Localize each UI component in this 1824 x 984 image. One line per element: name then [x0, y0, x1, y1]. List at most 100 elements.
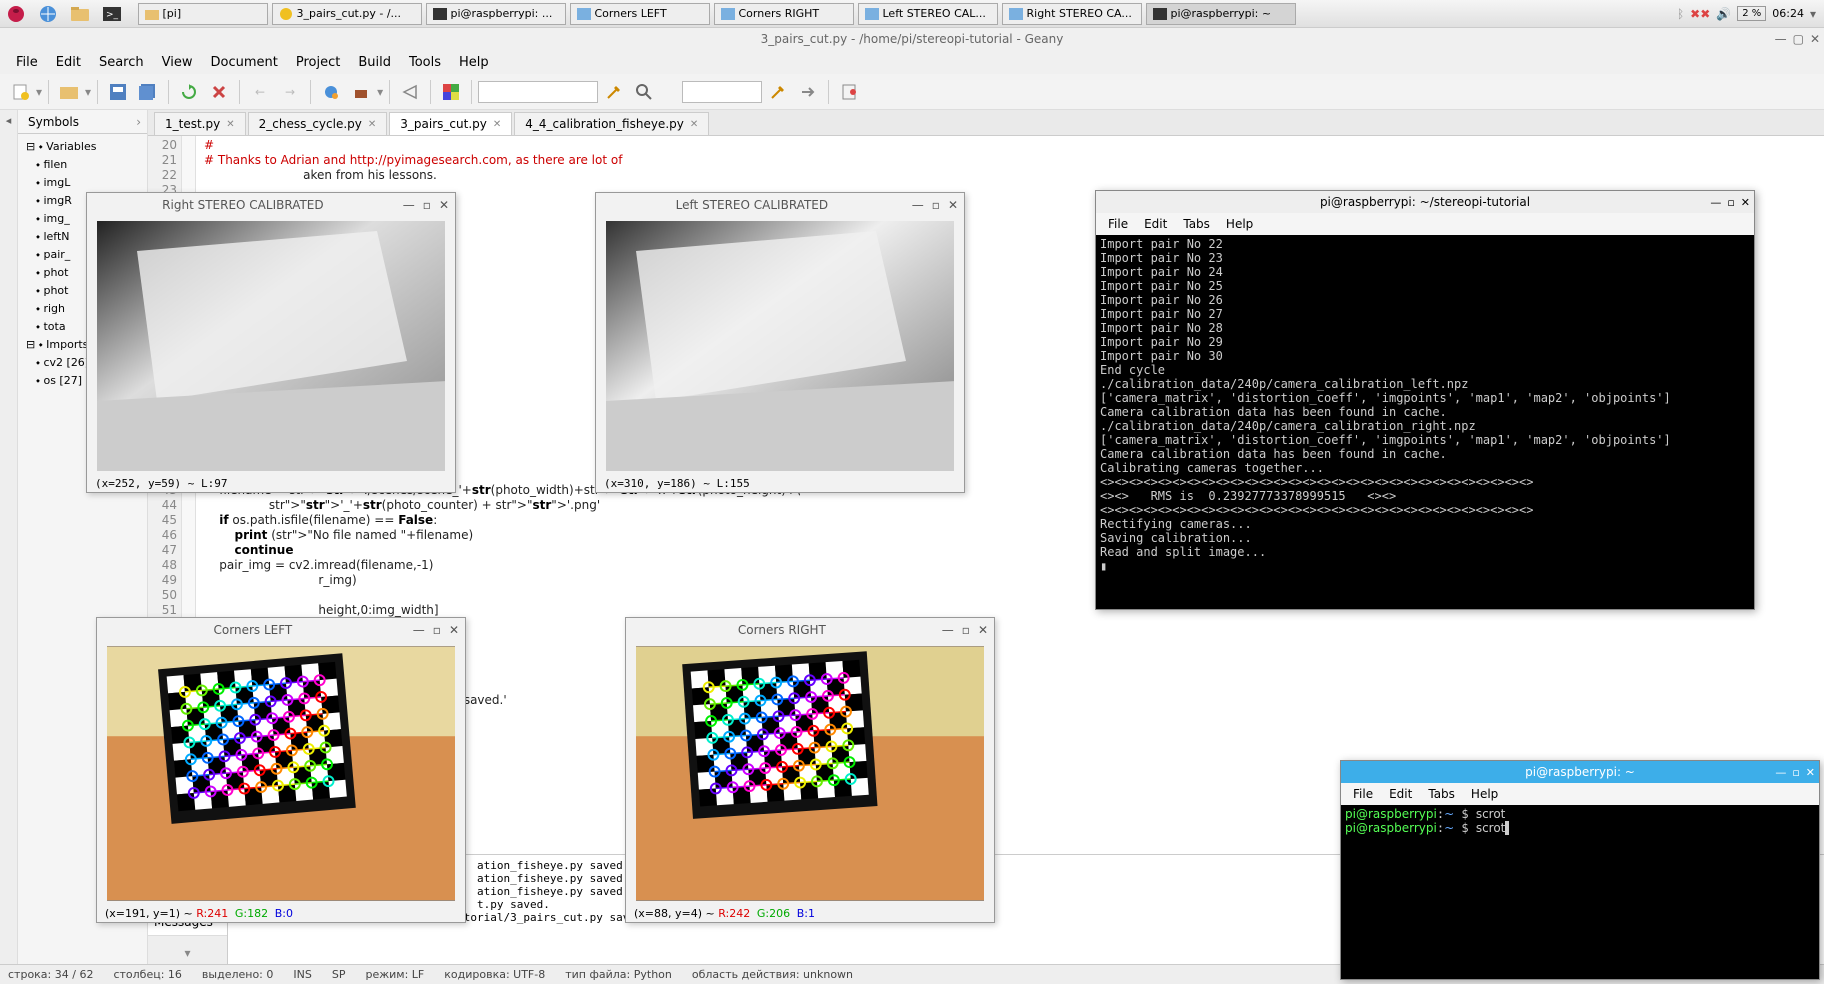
back-icon[interactable]: ←	[246, 78, 274, 106]
task-geany[interactable]: 3_pairs_cut.py - /...	[272, 3, 422, 25]
term-menu-tabs[interactable]: Tabs	[1177, 215, 1216, 233]
goto-icon[interactable]	[794, 78, 822, 106]
task-file-manager[interactable]: [pi]	[138, 3, 268, 25]
sidebar-tab-symbols[interactable]: Symbols	[18, 111, 89, 133]
cv-image-right-calibrated[interactable]	[97, 221, 445, 471]
build-icon[interactable]	[347, 78, 375, 106]
terminal-titlebar[interactable]: pi@raspberrypi: ~/stereopi-tutorial —▫✕	[1096, 191, 1754, 213]
tab-1-test[interactable]: 1_test.py✕	[154, 112, 246, 135]
menu-help[interactable]: Help	[451, 52, 497, 73]
tree-item[interactable]: ⬩ imgL	[22, 174, 143, 192]
maximize-icon[interactable]: ▢	[1793, 32, 1804, 46]
close-icon[interactable]: ✕	[439, 198, 449, 212]
quit-icon[interactable]	[835, 78, 863, 106]
forward-icon[interactable]: →	[276, 78, 304, 106]
close-icon[interactable]: ✕	[948, 198, 958, 212]
compile-icon[interactable]	[317, 78, 345, 106]
network-disconnected-icon[interactable]: ✖✖	[1690, 7, 1710, 21]
task-cv-corners-left[interactable]: Corners LEFT	[570, 3, 710, 25]
minimize-icon[interactable]: —	[912, 198, 924, 212]
task-cv-left-cal[interactable]: Left STEREO CAL...	[858, 3, 998, 25]
close-icon[interactable]: ✕	[1810, 32, 1820, 46]
menu-tools[interactable]: Tools	[401, 52, 449, 73]
term-menu-file[interactable]: File	[1347, 785, 1379, 803]
minimize-icon[interactable]: —	[413, 623, 425, 637]
menu-project[interactable]: Project	[288, 52, 348, 73]
terminal-body[interactable]: pi@raspberrypi:~ $ scrot pi@raspberrypi:…	[1341, 805, 1819, 979]
reload-icon[interactable]	[175, 78, 203, 106]
clear-search-icon[interactable]	[600, 78, 628, 106]
terminal-launcher-icon[interactable]: >_	[98, 2, 126, 26]
save-all-icon[interactable]	[134, 78, 162, 106]
task-terminal-1[interactable]: pi@raspberrypi: ...	[426, 3, 566, 25]
sidebar-next-icon[interactable]: ›	[130, 115, 147, 129]
maximize-icon[interactable]: ▫	[433, 623, 441, 637]
tree-item[interactable]: ⬩ filen	[22, 156, 143, 174]
sidebar-toggle[interactable]: ◂	[0, 110, 18, 964]
build-dropdown-icon[interactable]: ▾	[377, 85, 383, 99]
new-dropdown-icon[interactable]: ▾	[36, 85, 42, 99]
tab-4-calibration[interactable]: 4_4_calibration_fisheye.py✕	[514, 112, 709, 135]
battery-indicator[interactable]: 2 %	[1737, 6, 1766, 21]
minimize-icon[interactable]: —	[942, 623, 954, 637]
close-icon[interactable]: ✕	[1806, 766, 1815, 779]
volume-icon[interactable]: 🔊	[1716, 7, 1731, 21]
clear-goto-icon[interactable]	[764, 78, 792, 106]
minimize-icon[interactable]: —	[403, 198, 415, 212]
term-menu-edit[interactable]: Edit	[1383, 785, 1418, 803]
tab-close-icon[interactable]: ✕	[690, 119, 698, 130]
task-terminal-2[interactable]: pi@raspberrypi: ~	[1146, 3, 1296, 25]
new-file-icon[interactable]	[6, 78, 34, 106]
minimize-icon[interactable]: —	[1775, 766, 1786, 779]
maximize-icon[interactable]: ▫	[962, 623, 970, 637]
close-icon[interactable]: ✕	[449, 623, 459, 637]
term-menu-edit[interactable]: Edit	[1138, 215, 1173, 233]
bluetooth-icon[interactable]: ᛒ	[1677, 7, 1684, 21]
file-manager-icon[interactable]	[66, 2, 94, 26]
maximize-icon[interactable]: ▫	[932, 198, 940, 212]
maximize-icon[interactable]: ▫	[1727, 196, 1734, 209]
tree-group-variables[interactable]: ⊟ ⬩ Variables	[22, 138, 143, 156]
cv-image-corners-left[interactable]	[107, 646, 455, 901]
save-icon[interactable]	[104, 78, 132, 106]
minimize-icon[interactable]: —	[1775, 32, 1787, 46]
tab-close-icon[interactable]: ✕	[226, 119, 234, 130]
task-cv-corners-right[interactable]: Corners RIGHT	[714, 3, 854, 25]
menu-document[interactable]: Document	[202, 52, 285, 73]
term-menu-help[interactable]: Help	[1465, 785, 1504, 803]
tray-expand-icon[interactable]: ▾	[1810, 7, 1816, 21]
panel-collapse-icon[interactable]: ▾	[148, 942, 227, 964]
maximize-icon[interactable]: ▫	[423, 198, 431, 212]
task-cv-right-cal[interactable]: Right STEREO CA...	[1002, 3, 1142, 25]
open-file-icon[interactable]	[55, 78, 83, 106]
tab-3-pairs[interactable]: 3_pairs_cut.py✕	[389, 112, 512, 135]
menu-search[interactable]: Search	[91, 52, 152, 73]
close-icon[interactable]: ✕	[1741, 196, 1750, 209]
cv-image-corners-right[interactable]	[636, 646, 984, 901]
menu-build[interactable]: Build	[350, 52, 399, 73]
term-menu-help[interactable]: Help	[1220, 215, 1259, 233]
open-dropdown-icon[interactable]: ▾	[85, 85, 91, 99]
menu-view[interactable]: View	[154, 52, 201, 73]
goto-line-input[interactable]	[682, 81, 762, 103]
close-icon[interactable]: ✕	[978, 623, 988, 637]
tab-close-icon[interactable]: ✕	[493, 119, 501, 130]
menu-edit[interactable]: Edit	[48, 52, 89, 73]
find-icon[interactable]	[630, 78, 658, 106]
clock[interactable]: 06:24	[1772, 7, 1804, 20]
terminal-titlebar[interactable]: pi@raspberrypi: ~ —▫✕	[1341, 761, 1819, 783]
term-menu-tabs[interactable]: Tabs	[1422, 785, 1461, 803]
color-chooser-icon[interactable]	[437, 78, 465, 106]
run-icon[interactable]	[396, 78, 424, 106]
terminal-body[interactable]: Import pair No 22 Import pair No 23 Impo…	[1096, 235, 1754, 609]
cv-image-left-calibrated[interactable]	[606, 221, 954, 471]
close-file-icon[interactable]	[205, 78, 233, 106]
tab-close-icon[interactable]: ✕	[368, 119, 376, 130]
menu-file[interactable]: File	[8, 52, 46, 73]
minimize-icon[interactable]: —	[1710, 196, 1721, 209]
search-input[interactable]	[478, 81, 598, 103]
start-menu-icon[interactable]	[2, 2, 30, 26]
tab-2-chess[interactable]: 2_chess_cycle.py✕	[248, 112, 388, 135]
browser-icon[interactable]	[34, 2, 62, 26]
term-menu-file[interactable]: File	[1102, 215, 1134, 233]
